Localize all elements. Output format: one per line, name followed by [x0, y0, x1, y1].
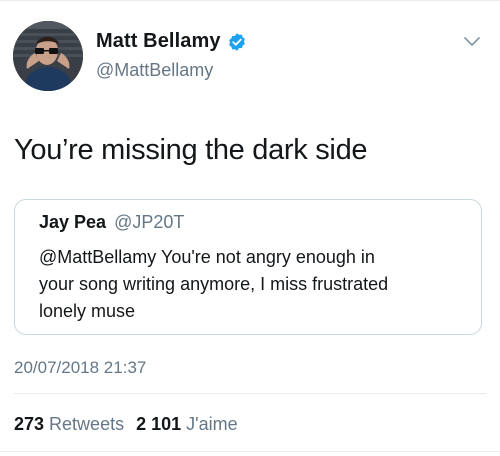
avatar[interactable]	[13, 21, 83, 91]
tweet-text: You’re missing the dark side	[14, 134, 368, 166]
quoted-tweet-card[interactable]: Jay Pea @JP20T @MattBellamy You're not a…	[14, 199, 482, 335]
author-handle[interactable]: @MattBellamy	[96, 60, 213, 81]
tweet-timestamp[interactable]: 20/07/2018 21:37	[14, 358, 146, 378]
tweet-stats: 273 Retweets 2 101 J'aime	[14, 414, 238, 435]
stats-divider	[14, 393, 486, 394]
bottom-divider	[0, 451, 500, 452]
like-count[interactable]: 2 101	[136, 414, 181, 435]
author-name-row: Matt Bellamy	[96, 30, 247, 53]
quoted-tweet-line: @MattBellamy You're not angry enough in	[39, 247, 375, 267]
chevron-down-icon[interactable]	[463, 36, 481, 48]
quoted-author-handle: @JP20T	[114, 212, 185, 232]
tweet-page: Matt Bellamy @MattBellamy You’re missing…	[0, 0, 500, 456]
quoted-tweet-line: lonely muse	[39, 301, 136, 321]
like-label[interactable]: J'aime	[186, 414, 237, 435]
author-display-name[interactable]: Matt Bellamy	[96, 30, 221, 53]
retweet-label[interactable]: Retweets	[49, 414, 124, 435]
quoted-tweet-header: Jay Pea @JP20T	[39, 212, 184, 233]
quoted-author-name: Jay Pea	[39, 212, 107, 232]
quoted-tweet-line: your song writing anymore, I miss frustr…	[39, 274, 389, 294]
verified-badge-icon	[227, 32, 247, 52]
top-divider	[0, 0, 500, 1]
quoted-tweet-text: @MattBellamy You're not angry enough in …	[39, 244, 475, 325]
retweet-count[interactable]: 273	[14, 414, 44, 435]
